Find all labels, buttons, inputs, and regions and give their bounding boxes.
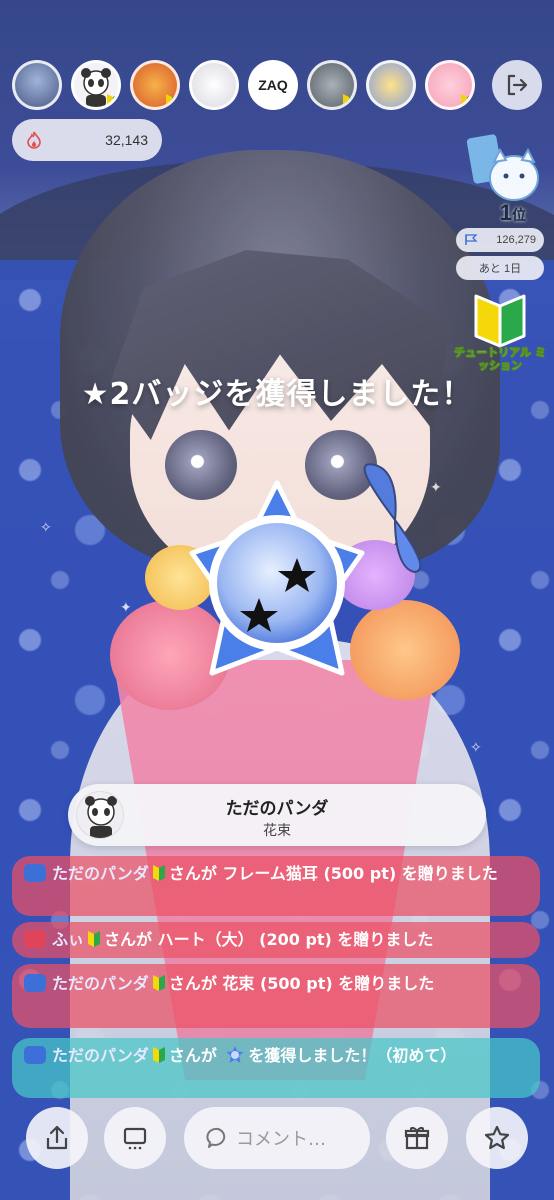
share-icon bbox=[46, 1125, 68, 1150]
user-rank-badge-icon bbox=[24, 930, 46, 948]
chat-user-name: ただのパンダ bbox=[52, 864, 149, 883]
ranking-number: 1 bbox=[499, 200, 512, 225]
beginner-mark-icon bbox=[152, 1047, 165, 1063]
viewer-avatar[interactable] bbox=[12, 60, 62, 110]
share-button[interactable] bbox=[26, 1107, 88, 1169]
ranking-points-value: 126,279 bbox=[496, 234, 536, 246]
event-remaining: あと 1日 bbox=[456, 256, 544, 280]
viewer-avatar[interactable] bbox=[189, 60, 239, 110]
user-rank-badge-icon bbox=[24, 1046, 46, 1064]
star-badge-icon bbox=[189, 480, 365, 676]
comment-input[interactable]: コメント… bbox=[184, 1107, 370, 1169]
sparkle-icon: ✧ bbox=[470, 740, 482, 756]
chat-message-text: さんが bbox=[168, 1046, 217, 1065]
viewer-avatar[interactable] bbox=[307, 60, 357, 110]
beginner-mark-icon bbox=[152, 865, 165, 881]
badge-acquired-announcement: ★2バッジを獲得しました！ bbox=[81, 377, 473, 412]
exit-icon bbox=[507, 74, 528, 96]
flame-icon bbox=[27, 131, 41, 149]
star-icon bbox=[484, 1125, 510, 1150]
sparkle-icon: ✧ bbox=[40, 520, 52, 536]
gift-icon bbox=[404, 1127, 430, 1150]
chat-message-text: さんが 花束 (500 pt) を贈りました bbox=[168, 974, 435, 993]
chat-message: ただのパンダ さんが を獲得しました！（初めて） bbox=[12, 1038, 540, 1098]
chat-message-text: さんが フレーム猫耳 (500 pt) を贈りました bbox=[168, 864, 498, 883]
gift-item-name: 花束 bbox=[263, 823, 291, 839]
comment-placeholder: コメント… bbox=[236, 1129, 326, 1150]
chat-message: ただのパンダ さんが 花束 (500 pt) を贈りました bbox=[12, 964, 540, 1028]
screen-icon bbox=[123, 1127, 147, 1150]
viewer-avatar[interactable] bbox=[71, 60, 121, 110]
chat-message: ただのパンダ さんが フレーム猫耳 (500 pt) を贈りました bbox=[12, 856, 540, 916]
gift-button[interactable] bbox=[386, 1107, 448, 1169]
event-remaining-text: あと 1日 bbox=[478, 263, 522, 275]
chat-user-name: ただのパンダ bbox=[52, 974, 149, 993]
points-value: 32,143 bbox=[105, 132, 148, 148]
viewer-avatar[interactable] bbox=[366, 60, 416, 110]
user-rank-badge-icon bbox=[24, 864, 46, 882]
chat-message: ふぃ さんが ハート（大） (200 pt) を贈りました bbox=[12, 922, 540, 958]
favorite-button[interactable] bbox=[466, 1107, 528, 1169]
ranking-unit: 位 bbox=[512, 207, 526, 223]
avatar-text: ZAQ bbox=[258, 77, 288, 93]
viewer-avatar[interactable]: ZAQ bbox=[248, 60, 298, 110]
beginner-mark-icon bbox=[88, 931, 101, 947]
beginner-mark-icon bbox=[474, 294, 526, 348]
viewer-avatar[interactable] bbox=[425, 60, 475, 110]
chat-message-text: を獲得しました！（初めて） bbox=[248, 1046, 457, 1065]
beginner-mark-icon bbox=[152, 975, 165, 991]
viewer-avatar[interactable] bbox=[130, 60, 180, 110]
chat-user-name: ただのパンダ bbox=[52, 1046, 149, 1065]
exit-button[interactable] bbox=[492, 60, 542, 110]
beginner-badge-icon bbox=[461, 94, 472, 107]
speech-bubble-icon bbox=[206, 1127, 226, 1148]
viewer-avatar-list: ZAQ bbox=[12, 60, 475, 110]
flag-icon bbox=[465, 234, 478, 245]
star-badge-icon bbox=[226, 1046, 244, 1063]
gift-user-name: ただのパンダ bbox=[225, 799, 329, 819]
beginner-badge-icon bbox=[166, 94, 177, 107]
user-rank-badge-icon bbox=[24, 974, 46, 992]
beginner-badge-icon bbox=[107, 94, 118, 107]
gift-notification-card: ただのパンダ 花束 bbox=[68, 784, 486, 846]
ranking-position: 1位 bbox=[500, 200, 526, 226]
sparkle-icon: ✦ bbox=[120, 600, 132, 616]
beginner-badge-icon bbox=[343, 94, 354, 107]
chat-user-name: ふぃ bbox=[52, 930, 85, 949]
screen-mode-button[interactable] bbox=[104, 1107, 166, 1169]
points-counter[interactable]: 32,143 bbox=[12, 119, 162, 161]
sparkle-icon: ✦ bbox=[430, 480, 442, 496]
chat-message-text: さんが ハート（大） (200 pt) を贈りました bbox=[104, 930, 434, 949]
ranking-points[interactable]: 126,279 bbox=[456, 228, 544, 252]
